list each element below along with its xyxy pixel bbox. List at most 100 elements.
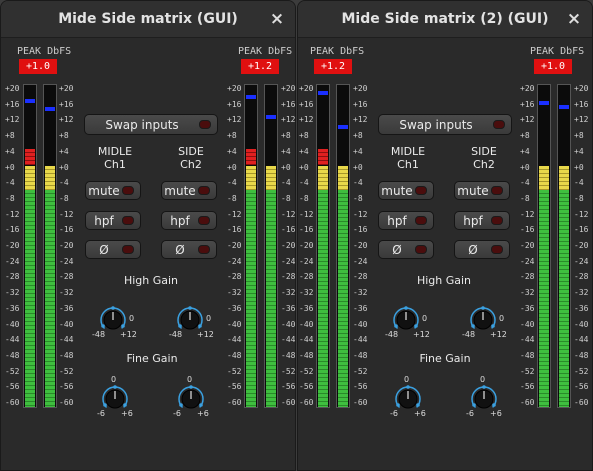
scale-tick: +20 — [520, 84, 535, 93]
scale-tick: +20 — [353, 84, 368, 93]
fine-gain-ch2-max: +6 — [490, 409, 502, 418]
hpf-led-icon — [415, 216, 427, 225]
swap-inputs-button[interactable]: Swap inputs — [84, 114, 218, 135]
phase-button-ch2[interactable]: Ø — [161, 240, 217, 259]
scale-tick: -12 — [281, 209, 296, 219]
col-midle-title: MIDLE Ch1 — [90, 145, 140, 171]
meter-ch1-a — [23, 84, 37, 408]
meter-ch2-b — [264, 84, 278, 408]
scale-tick: -48 — [353, 350, 368, 360]
scale-tick: -20 — [281, 241, 296, 250]
scale-tick: -56 — [5, 382, 20, 392]
fine-gain-ch2-mid: 0 — [187, 375, 193, 384]
window-titlebar[interactable]: Mide Side matrix (2) (GUI) × — [298, 1, 592, 38]
scale-tick: -56 — [574, 382, 589, 392]
scale-tick: -36 — [520, 303, 535, 313]
scale-tick: -56 — [353, 382, 368, 392]
col-side-ch: Ch2 — [180, 158, 202, 171]
swap-led-icon — [199, 120, 211, 129]
meter-green-segment — [25, 189, 35, 407]
scale-tick: -4 — [59, 178, 69, 188]
scale-tick: -24 — [574, 256, 589, 266]
scale-tick: -24 — [353, 256, 368, 266]
high-gain-ch2-mid: 0 — [206, 314, 212, 323]
meter-yellow-segment — [246, 165, 256, 190]
fine-gain-ch1-min: -6 — [390, 409, 398, 418]
peak-value-left: +1.0 — [19, 59, 57, 74]
meter-red-segment — [25, 149, 35, 166]
scale-tick: -20 — [353, 241, 368, 250]
scale-tick: -12 — [353, 209, 368, 219]
hpf-button-ch2[interactable]: hpf — [454, 211, 510, 230]
scale-tick: -16 — [5, 225, 20, 235]
meter-ch2-a — [537, 84, 551, 408]
close-icon[interactable]: × — [267, 9, 287, 29]
col-side-title: SIDE Ch2 — [459, 145, 509, 171]
scale-tick: +0 — [227, 162, 237, 172]
high-gain-ch2-min: -48 — [462, 330, 476, 339]
mute-label: mute — [381, 183, 413, 198]
scale-tick: -32 — [59, 288, 74, 298]
hpf-label: hpf — [170, 213, 190, 228]
scale-tick: -48 — [5, 350, 20, 360]
scale-tick: -28 — [299, 272, 314, 282]
mute-button-ch1[interactable]: mute — [378, 181, 434, 200]
hpf-button-ch2[interactable]: hpf — [161, 211, 217, 230]
high-gain-ch1-mid: 0 — [129, 314, 135, 323]
close-icon[interactable]: × — [564, 9, 584, 29]
high-gain-ch1-max: +12 — [413, 330, 430, 339]
scale-tick: +0 — [281, 162, 291, 172]
scale-tick: -56 — [281, 382, 296, 392]
mute-led-icon — [491, 186, 503, 195]
scale-tick: -20 — [299, 241, 314, 250]
high-gain-ch1-min: -48 — [92, 330, 106, 339]
scale-tick: +16 — [59, 99, 74, 109]
phase-button-ch1[interactable]: Ø — [378, 240, 434, 259]
hpf-button-ch1[interactable]: hpf — [378, 211, 434, 230]
scale-tick: -52 — [281, 366, 296, 376]
meter-ch1-b — [43, 84, 57, 408]
scale-tick: -8 — [59, 193, 69, 203]
scale-tick: -12 — [520, 209, 535, 219]
scale-tick: -48 — [520, 350, 535, 360]
swap-inputs-label: Swap inputs — [399, 117, 473, 132]
col-midle-name: MIDLE — [390, 145, 426, 158]
scale-tick: -44 — [59, 335, 74, 345]
scale-tick: +8 — [520, 131, 530, 141]
fine-gain-ch1-max: +6 — [414, 409, 426, 418]
scale-tick: -32 — [574, 288, 589, 298]
scale-tick: -40 — [59, 319, 74, 329]
scale-tick: -4 — [353, 178, 363, 188]
scale-tick: -48 — [574, 350, 589, 360]
scale-tick: -48 — [299, 350, 314, 360]
swap-inputs-button[interactable]: Swap inputs — [378, 114, 512, 135]
mute-button-ch1[interactable]: mute — [85, 181, 141, 200]
scale-tick: -4 — [574, 178, 584, 188]
scale-tick: -44 — [281, 335, 296, 345]
scale-tick: -60 — [281, 398, 296, 407]
scale-tick: +12 — [5, 115, 20, 125]
scale-tick: -60 — [353, 398, 368, 407]
mute-button-ch2[interactable]: mute — [454, 181, 510, 200]
meter-green-segment — [266, 189, 276, 407]
hpf-button-ch1[interactable]: hpf — [85, 211, 141, 230]
scale-tick: -40 — [574, 319, 589, 329]
phase-button-ch1[interactable]: Ø — [85, 240, 141, 259]
plugin-window-2: Mide Side matrix (2) (GUI) × PEAK DbFS P… — [297, 0, 593, 471]
scale-tick: -24 — [281, 256, 296, 266]
scale-tick: -16 — [574, 225, 589, 235]
scale-tick: +12 — [281, 115, 296, 125]
scale-tick: -40 — [299, 319, 314, 329]
mute-led-icon — [122, 186, 134, 195]
mute-label: mute — [164, 183, 196, 198]
high-gain-ch2-mid: 0 — [499, 314, 505, 323]
phase-button-ch2[interactable]: Ø — [454, 240, 510, 259]
scale-tick: +4 — [299, 146, 309, 156]
window-titlebar[interactable]: Mide Side matrix (GUI) × — [1, 1, 295, 38]
meter-green-segment — [45, 189, 55, 407]
scale-tick: -20 — [520, 241, 535, 250]
mute-button-ch2[interactable]: mute — [161, 181, 217, 200]
meter-green-segment — [318, 189, 328, 407]
scale-tick: +4 — [59, 146, 69, 156]
db-scale-right-b: +20 +16 +12 +8 +4 +0 -4 -8 -12 -16 -20 -24 -28 -32 -36… — [574, 84, 592, 408]
